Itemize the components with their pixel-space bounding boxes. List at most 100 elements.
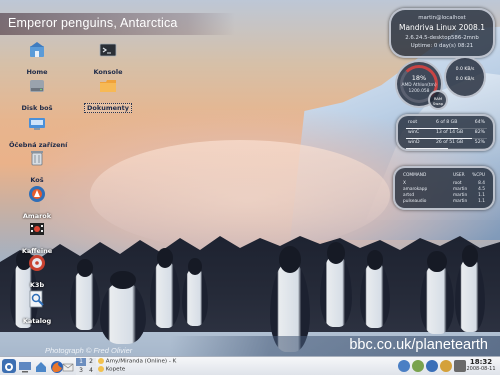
- task-kopete-chat[interactable]: Amy/Miranda (Online) - K: [98, 358, 176, 366]
- clock[interactable]: 18:32 2008-08-11: [464, 358, 498, 372]
- desktop-pager: 1 2 3 4: [76, 358, 96, 375]
- process-command: amarokapp: [403, 187, 428, 192]
- taskbar: 1 2 3 4 Amy/Miranda (Online) - K Kopete …: [0, 356, 500, 375]
- hard-disk-icon: [28, 77, 46, 95]
- disk-bar-fill: [406, 147, 449, 149]
- kopete-icon: [98, 366, 104, 372]
- ram-gauge: RAM Swap: [428, 90, 448, 110]
- network-gauge: 0.0 KB/s 0.0 KB/s: [444, 56, 486, 98]
- disk-bar-fill: [406, 137, 473, 139]
- kmail-launcher-button[interactable]: [62, 359, 74, 373]
- amarok-icon: [28, 185, 46, 203]
- wallpaper-mist-glow: [90, 140, 390, 250]
- desktop-icon-trash[interactable]: Koš: [7, 149, 67, 186]
- pager-desktop-3[interactable]: 3: [76, 367, 86, 375]
- trash-icon: [28, 149, 46, 167]
- penguin: [455, 244, 485, 332]
- desktop-icon-disk[interactable]: Disk boš: [7, 77, 67, 114]
- disk-bar-fill: [406, 127, 458, 129]
- penguin: [182, 257, 208, 326]
- penguin: [420, 251, 454, 334]
- penguin: [70, 259, 100, 330]
- process-list-widget: COMMAND USER %CPU X root 8.4 amarokapp m…: [393, 166, 495, 210]
- disk-usage: 26 of 51 GB: [436, 140, 464, 145]
- task-label: Amy/Miranda (Online) - K: [105, 358, 177, 365]
- show-desktop-button[interactable]: [18, 359, 32, 373]
- process-cpu: 4.5: [478, 187, 485, 192]
- process-user: martin: [453, 193, 468, 198]
- home-icon: [36, 362, 46, 372]
- pager-desktop-2[interactable]: 2: [86, 358, 96, 366]
- swap-label: Swap: [432, 101, 444, 106]
- disk-usage: 13 of 14 GB: [436, 130, 464, 135]
- process-header-user: USER: [453, 173, 465, 178]
- desktop-icon-k3b[interactable]: K3b: [7, 254, 67, 291]
- process-user: martin: [453, 187, 468, 192]
- desktop-icon-label: Disk boš: [21, 104, 53, 112]
- kopete-tray-icon[interactable]: [426, 360, 438, 372]
- desktop-icon-amarok[interactable]: Amarok: [7, 185, 67, 222]
- task-kopete[interactable]: Kopete: [98, 366, 125, 374]
- cpu-value: 18%: [411, 74, 427, 82]
- network-tray-icon[interactable]: [398, 360, 410, 372]
- process-header-cpu: %CPU: [472, 173, 485, 178]
- desktop-icon-label: Amarok: [22, 212, 52, 220]
- desktop-icon-label: Dokumenty: [84, 103, 132, 113]
- process-command: pulseaudio: [403, 199, 427, 204]
- kmenu-button[interactable]: [2, 359, 16, 373]
- terminal-icon: [99, 41, 117, 59]
- desktop-icon-label: Konsole: [93, 68, 123, 76]
- pager-desktop-1[interactable]: 1: [76, 358, 86, 366]
- desktop-icon-storage[interactable]: Öčebná zařízení: [7, 114, 67, 151]
- home-folder-icon: [28, 41, 46, 59]
- desktop-icon-katalog[interactable]: Katalog: [7, 290, 67, 327]
- documents-folder-icon: [99, 77, 117, 95]
- disk-name: winD: [408, 140, 420, 145]
- clock-date: 2008-08-11: [466, 366, 496, 372]
- process-user: root: [453, 181, 462, 186]
- disk-percent: 52%: [474, 140, 485, 145]
- disk-row: winD 26 of 51 GB 52%: [406, 140, 487, 149]
- process-command: artsd: [403, 193, 415, 198]
- penguin: [320, 242, 352, 327]
- kaffeine-icon: [28, 220, 46, 238]
- bbc-url: bbc.co.uk/planetearth: [349, 337, 488, 353]
- process-row: pulseaudio martin 1.1: [403, 199, 485, 205]
- disk-usage-widget: root 6 of 8 GB 64% winC 13 of 14 GB 82% …: [396, 114, 495, 151]
- disk-bar: [406, 137, 487, 139]
- wallpaper-title: Emperor penguins, Antarctica: [8, 16, 178, 30]
- mandriva-star-icon: [5, 363, 13, 371]
- desktop-icon-label: Öčebná zařízení: [9, 141, 68, 149]
- process-command: X: [403, 181, 406, 186]
- cpu-model: AMD Athlon(tm): [401, 83, 437, 88]
- desktop-icon-home[interactable]: Home: [7, 41, 67, 78]
- disk-bar: [406, 147, 487, 149]
- desktop-icon-konsole[interactable]: Konsole: [78, 41, 138, 78]
- process-header-command: COMMAND: [403, 173, 427, 178]
- desktop-icon-label: Koš: [30, 176, 44, 184]
- process-cpu: 1.1: [478, 199, 485, 204]
- sysinfo-kernel: 2.6.24.5-desktop586-2mnb: [405, 35, 479, 41]
- desktop-icon-label: K3b: [29, 281, 45, 289]
- home-launcher-button[interactable]: [34, 359, 48, 373]
- klipper-tray-icon[interactable]: [440, 360, 452, 372]
- disk-usage: 6 of 8 GB: [436, 120, 458, 125]
- sysinfo-os: Mandriva Linux 2008.1: [398, 23, 485, 32]
- k3b-disc-icon: [28, 254, 46, 272]
- process-header: COMMAND USER %CPU: [403, 173, 485, 179]
- mail-icon: [62, 363, 74, 372]
- pager-desktop-4[interactable]: 4: [86, 367, 96, 375]
- process-cpu: 1.1: [478, 193, 485, 198]
- disk-row: root 6 of 8 GB 64%: [406, 120, 487, 129]
- penguin: [150, 247, 180, 328]
- desktop-icon-kaffeine[interactable]: Kaffeine: [7, 220, 67, 257]
- desktop-icon-dokumenty[interactable]: Dokumenty: [78, 77, 138, 114]
- task-label: Kopete: [105, 366, 126, 373]
- desktop-icon: [19, 362, 31, 373]
- penguin: [100, 270, 146, 344]
- system-info-widget: martin@localhost Mandriva Linux 2008.1 2…: [389, 8, 495, 58]
- penguin: [360, 250, 390, 328]
- network-download: 0.0 KB/s: [455, 77, 475, 82]
- disk-bar: [406, 127, 487, 129]
- update-tray-icon[interactable]: [412, 360, 424, 372]
